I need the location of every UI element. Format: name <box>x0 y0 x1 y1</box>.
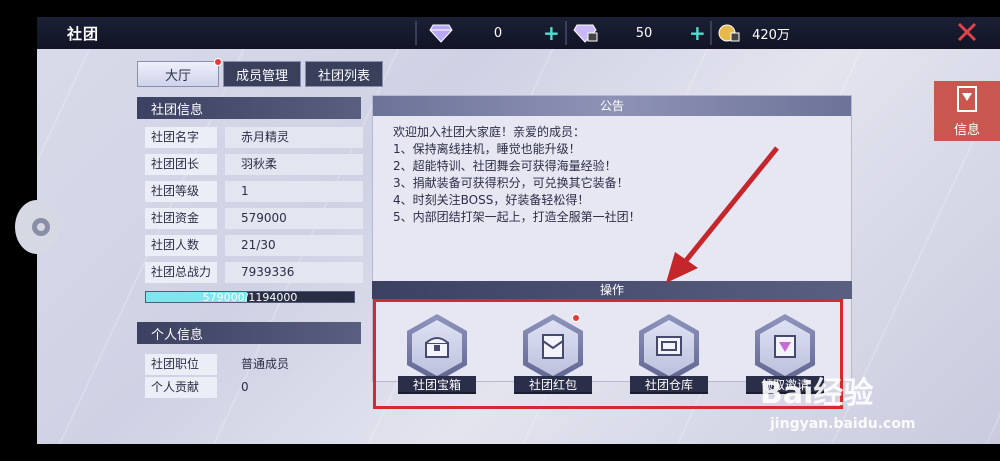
club-treasure-button[interactable]: 社团宝箱 <box>398 314 476 398</box>
treasure-chest-icon <box>425 337 449 358</box>
left-menu-toggle[interactable] <box>15 200 59 254</box>
top-bar: 社团 0 + 50 + 420万 <box>37 17 1000 49</box>
notification-dot <box>214 58 222 66</box>
notice-line: 1、保持离线挂机，睡觉也能升级！ <box>393 142 581 156</box>
currency-diamond: 0 + <box>429 22 560 44</box>
currency-gold: 420万 <box>717 22 801 44</box>
red-envelope-icon <box>542 334 564 359</box>
info-row: 社团名字 赤月精灵 <box>145 127 363 148</box>
notification-dot <box>572 314 580 322</box>
tab-hall[interactable]: 大厅 <box>137 58 222 87</box>
club-warehouse-button[interactable]: 社团仓库 <box>630 314 708 398</box>
notice-line: 3、捐献装备可获得积分，可兑换其它装备！ <box>393 176 629 190</box>
side-info-button[interactable]: 信息 <box>934 81 1000 141</box>
info-row: 社团职位 普通成员 <box>145 354 355 375</box>
warehouse-icon <box>656 336 682 356</box>
info-row: 社团资金 579000 <box>145 208 363 229</box>
separator <box>565 21 567 45</box>
club-fund-progress-bar: 579000/1194000 <box>145 291 355 304</box>
watermark-url: jingyan.baidu.com <box>770 416 916 432</box>
notice-line: 4、时刻关注BOSS，好装备轻松得！ <box>393 193 590 207</box>
personal-info-header: 个人信息 <box>137 322 361 344</box>
notice-line: 2、超能特训、社团舞会可获得海量经验！ <box>393 159 617 173</box>
gold-coin-icon <box>718 24 740 42</box>
notice-line: 5、内部团结打架一起上，打造全服第一社团！ <box>393 210 641 224</box>
info-row: 个人贡献 0 <box>145 377 355 398</box>
info-row: 社团人数 21/30 <box>145 235 363 256</box>
operations-header: 操作 <box>372 281 852 299</box>
locked-diamond-icon <box>573 24 598 43</box>
tab-bar: 大厅 成员管理 社团列表 <box>137 58 384 87</box>
currency-locked-diamond: 50 + <box>573 22 706 44</box>
info-row: 社团总战力 7939336 <box>145 262 363 283</box>
tab-member-management[interactable]: 成员管理 <box>223 61 302 87</box>
add-locked-diamond-button[interactable]: + <box>689 23 706 43</box>
diamond-icon <box>429 24 453 43</box>
info-row: 社团等级 1 <box>145 181 363 202</box>
separator <box>415 21 417 45</box>
club-info-header: 社团信息 <box>137 97 361 119</box>
info-card-icon <box>957 86 977 112</box>
calendar-gift-icon <box>774 335 796 358</box>
separator <box>710 21 712 45</box>
club-red-envelope-button[interactable]: 社团红包 <box>514 314 592 398</box>
watermark-brand: Bai经验 <box>760 376 874 411</box>
gear-icon <box>32 218 50 236</box>
close-icon[interactable] <box>955 20 979 44</box>
notice-title: 公告 <box>373 96 851 116</box>
notice-line: 欢迎加入社团大家庭！亲爱的成员： <box>393 125 586 139</box>
page-title: 社团 <box>67 25 100 43</box>
add-diamond-button[interactable]: + <box>543 23 560 43</box>
tab-club-list[interactable]: 社团列表 <box>305 61 384 87</box>
info-row: 社团团长 羽秋柔 <box>145 154 363 175</box>
